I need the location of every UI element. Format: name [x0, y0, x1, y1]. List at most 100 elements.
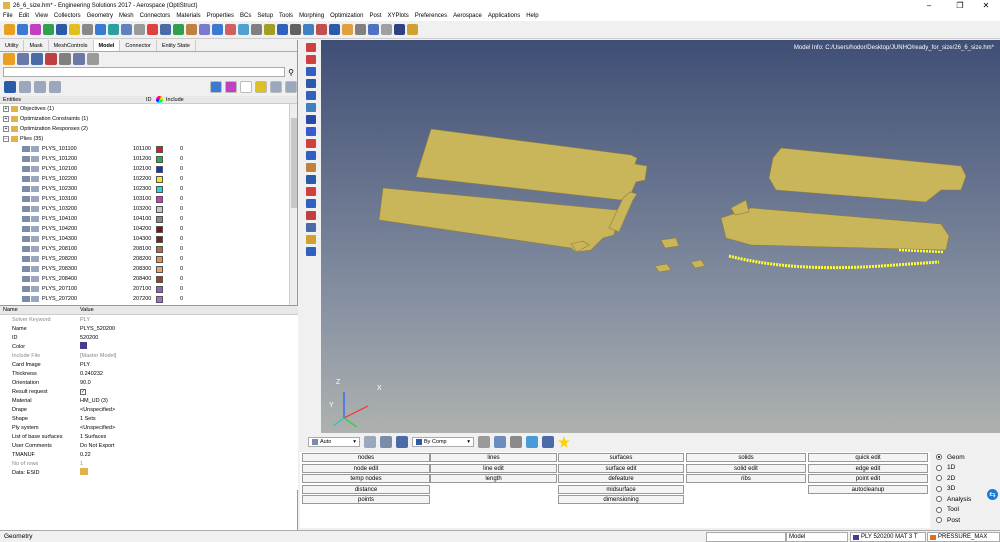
menu-connectors[interactable]: Connectors — [140, 13, 171, 19]
solid-edit-button[interactable]: solid edit — [686, 463, 806, 473]
ply-color-swatch[interactable] — [156, 245, 163, 253]
property-value[interactable]: [Master Model] — [80, 353, 298, 359]
toolbar-tool-icon[interactable] — [277, 24, 288, 35]
ply-color-swatch[interactable] — [156, 215, 163, 223]
property-value[interactable]: 90.0 — [80, 380, 298, 386]
toolbar-tool-icon[interactable] — [82, 24, 93, 35]
radio-dot-icon[interactable] — [936, 475, 942, 482]
graphics-viewport[interactable]: Model Info: C:/Users/hodor/Desktop/JUNHO… — [321, 40, 1000, 433]
tree-group[interactable]: + Objectives (1) — [0, 104, 297, 114]
toolbar-tool-icon[interactable] — [212, 24, 223, 35]
toolbar-tool-icon[interactable] — [134, 24, 145, 35]
menu-morphing[interactable]: Morphing — [299, 13, 324, 19]
property-row[interactable]: User Comments Do Not Export — [0, 441, 298, 450]
ply-row[interactable]: PLYS_102100 102100 0 — [0, 164, 297, 174]
expand-toggle-icon[interactable]: − — [3, 136, 9, 142]
toolbar-tool-icon[interactable] — [56, 24, 67, 35]
result-request-checkbox[interactable]: ✓ — [80, 388, 86, 395]
ply-row[interactable]: PLYS_102200 102200 0 — [0, 174, 297, 184]
ply-row[interactable]: PLYS_102300 102300 0 — [0, 184, 297, 194]
property-row[interactable]: Data: ESID — [0, 468, 298, 477]
property-value[interactable]: 1 — [80, 461, 298, 467]
view-tool-icon[interactable] — [306, 115, 316, 124]
expand-toggle-icon[interactable]: + — [3, 106, 9, 112]
ply-row[interactable]: PLYS_207100 207100 0 — [0, 284, 297, 294]
toolbar-tool-icon[interactable] — [264, 24, 275, 35]
status-ply[interactable]: PLY 520200 MAT 3 T — [850, 532, 926, 542]
view-tool-icon[interactable] — [306, 199, 316, 208]
ribs-button[interactable]: ribs — [686, 474, 806, 483]
surface-edit-button[interactable]: surface edit — [558, 463, 684, 473]
auto-dropdown[interactable]: Auto ▾ — [308, 437, 360, 447]
ply-row[interactable]: PLYS_208400 208400 0 — [0, 274, 297, 284]
property-value[interactable]: <Unspecified> — [80, 425, 298, 431]
menu-aerospace[interactable]: Aerospace — [453, 13, 482, 19]
toolbar-tool-icon[interactable] — [121, 24, 132, 35]
view-tool-icon[interactable] — [306, 211, 316, 220]
ply-row[interactable]: PLYS_208100 208100 0 — [0, 244, 297, 254]
toolbar-tool-icon[interactable] — [30, 24, 41, 35]
toolbar-tool-icon[interactable] — [342, 24, 353, 35]
tab-connector[interactable]: Connector — [120, 40, 157, 51]
property-value[interactable]: Do Not Export — [80, 443, 298, 449]
radio-1d[interactable]: 1D — [930, 463, 1000, 474]
view-tool-icon[interactable] — [306, 235, 316, 244]
lines-button[interactable]: lines — [430, 453, 557, 462]
property-value[interactable] — [80, 342, 298, 351]
view-tool-icon[interactable] — [306, 151, 316, 160]
browser-tool-icon[interactable] — [45, 53, 57, 65]
browser-filter-icon[interactable] — [19, 81, 31, 93]
view-tool-icon[interactable] — [306, 223, 316, 232]
color-mode-dropdown[interactable]: By Comp ▾ — [412, 437, 474, 447]
color-swatch[interactable] — [80, 342, 87, 349]
property-value[interactable]: <Unspecified> — [80, 407, 298, 413]
property-value[interactable]: ✓ — [80, 388, 298, 395]
toolbar-tool-icon[interactable] — [238, 24, 249, 35]
search-icon[interactable]: ⚲ — [288, 68, 294, 77]
tab-utility[interactable]: Utility — [0, 40, 25, 51]
browser-tool-icon[interactable] — [87, 53, 99, 65]
favorites-star-icon[interactable] — [558, 436, 570, 448]
view-tool-icon[interactable] — [306, 43, 316, 52]
ply-row[interactable]: PLYS_208300 208300 0 — [0, 264, 297, 274]
ply-color-swatch[interactable] — [156, 255, 163, 263]
property-value[interactable]: 1 Sets — [80, 416, 298, 422]
toolbar-tool-icon[interactable] — [394, 24, 405, 35]
status-model[interactable]: Model — [786, 532, 848, 542]
view-tool-icon[interactable] — [306, 103, 316, 112]
menu-setup[interactable]: Setup — [257, 13, 273, 19]
property-row[interactable]: Color — [0, 342, 298, 351]
browser-filter-icon[interactable] — [4, 81, 16, 93]
element-style-icon[interactable] — [494, 436, 506, 448]
toolbar-tool-icon[interactable] — [17, 24, 28, 35]
browser-view-icon[interactable] — [270, 81, 282, 93]
ply-row[interactable]: PLYS_104200 104200 0 — [0, 224, 297, 234]
toolbar-tool-icon[interactable] — [95, 24, 106, 35]
tab-model[interactable]: Model — [93, 40, 121, 51]
ply-color-swatch[interactable] — [156, 205, 163, 213]
toolbar-tool-icon[interactable] — [225, 24, 236, 35]
radio-2d[interactable]: 2D — [930, 473, 1000, 484]
property-value[interactable] — [80, 468, 298, 477]
view-tool-icon[interactable] — [306, 139, 316, 148]
points-button[interactable]: points — [302, 495, 430, 504]
minimize-button[interactable]: – — [915, 0, 943, 11]
property-row[interactable]: Card Image PLY — [0, 360, 298, 369]
view-tool-icon[interactable] — [306, 247, 316, 256]
view-tool-icon[interactable] — [306, 127, 316, 136]
browser-view-icon[interactable] — [285, 81, 297, 93]
toolbar-tool-icon[interactable] — [108, 24, 119, 35]
property-row[interactable]: TMANUF 0.22 — [0, 450, 298, 459]
menu-materials[interactable]: Materials — [176, 13, 200, 19]
ply-row[interactable]: PLYS_104100 104100 0 — [0, 214, 297, 224]
property-value[interactable]: 0.22 — [80, 452, 298, 458]
browser-view-icon[interactable] — [240, 81, 252, 93]
toolbar-tool-icon[interactable] — [251, 24, 262, 35]
clip-icon[interactable] — [526, 436, 538, 448]
property-row[interactable]: ID 520200 — [0, 333, 298, 342]
property-row[interactable]: Orientation 90.0 — [0, 378, 298, 387]
property-value[interactable]: PLY — [80, 317, 298, 323]
menu-xyplots[interactable]: XYPlots — [387, 13, 408, 19]
view-tool-icon[interactable] — [306, 67, 316, 76]
radio-tool[interactable]: Tool — [930, 505, 1000, 516]
